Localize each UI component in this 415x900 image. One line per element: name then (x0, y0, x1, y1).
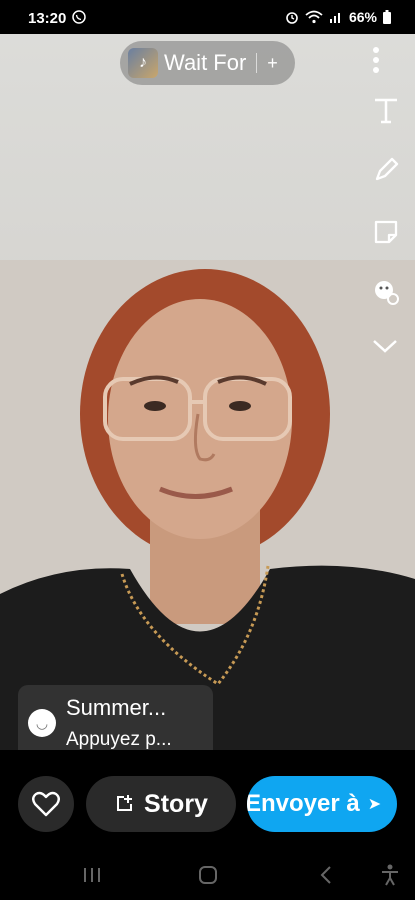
story-label: Story (144, 789, 208, 818)
send-to-button[interactable]: Envoyer à ➤ (247, 776, 397, 832)
back-nav-icon[interactable] (312, 860, 340, 890)
more-vertical-icon[interactable] (372, 46, 406, 80)
chevron-down-icon[interactable] (372, 338, 406, 372)
story-button[interactable]: Story (86, 776, 236, 832)
sticker-icon[interactable] (372, 218, 406, 252)
heart-button[interactable] (18, 776, 74, 832)
send-label: Envoyer à (247, 790, 360, 817)
smiley-icon: ◡ (28, 709, 56, 737)
portrait-image (0, 260, 415, 750)
pencil-icon[interactable] (372, 156, 406, 190)
status-time: 13:20 (28, 10, 67, 27)
text-tool-icon[interactable] (372, 96, 406, 130)
accessibility-nav-icon[interactable] (376, 860, 404, 890)
music-divider (256, 53, 258, 73)
status-bar: 13:20 66% (0, 0, 415, 34)
caption-title: Summer... (66, 695, 167, 720)
music-add-button[interactable]: + (267, 53, 278, 74)
music-note-icon: ♪ (128, 48, 158, 78)
lens-icon[interactable] (372, 278, 406, 312)
alarm-icon (286, 12, 298, 24)
music-sticker[interactable]: ♪ Wait For + (120, 41, 295, 85)
story-add-icon (117, 795, 133, 811)
wifi-icon (305, 10, 323, 24)
whatsapp-icon (72, 10, 86, 24)
music-title: Wait For (164, 50, 247, 75)
signal-icon (329, 13, 340, 23)
caption-subtitle: Appuyez p... (66, 729, 172, 750)
battery-icon (383, 10, 391, 24)
send-arrow-icon: ➤ (367, 796, 382, 813)
status-indicators: 66% (285, 9, 391, 25)
photo-preview[interactable]: ♪ Wait For + (0, 34, 415, 750)
battery-percent: 66% (348, 9, 377, 25)
home-nav-icon[interactable] (194, 860, 222, 890)
recents-nav-icon[interactable] (78, 860, 106, 890)
heart-icon (32, 791, 60, 817)
